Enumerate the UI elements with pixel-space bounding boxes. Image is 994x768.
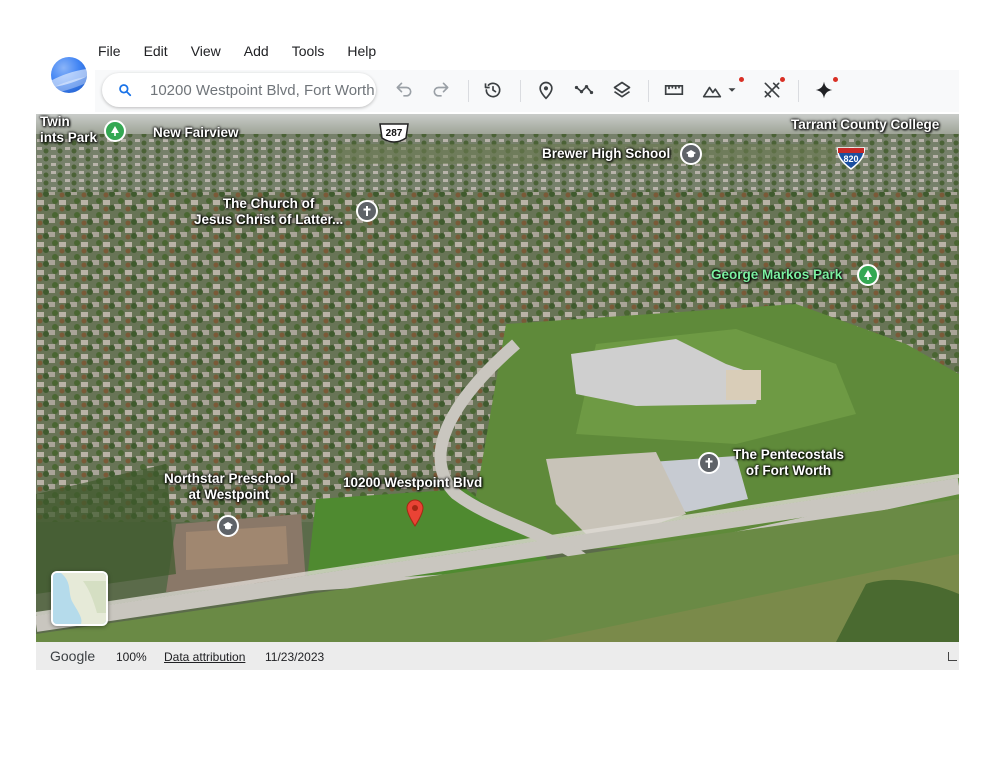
interstate-820-number: 820 [843, 154, 858, 164]
school-poi-icon[interactable] [217, 515, 239, 537]
path-icon [574, 85, 594, 95]
label-george-markos-park[interactable]: George Markos Park [711, 267, 842, 283]
park-poi-icon[interactable] [857, 264, 879, 286]
placemark-icon [539, 81, 553, 100]
church-poi-icon[interactable] [698, 452, 720, 474]
gemini-button[interactable] [812, 78, 836, 102]
interstate-shield-icon[interactable]: 820 [835, 146, 867, 170]
chevron-down-icon [728, 88, 736, 92]
aerial-imagery [36, 114, 959, 642]
layers-button[interactable] [610, 78, 634, 102]
notification-dot [833, 77, 838, 82]
cross-icon [705, 458, 713, 468]
church-poi-icon[interactable] [356, 200, 378, 222]
google-wordmark: Google [50, 648, 96, 664]
history-icon [484, 82, 501, 98]
label-tarrant-county-college[interactable]: Tarrant County College [791, 117, 939, 133]
historical-imagery-button[interactable] [481, 78, 505, 102]
measure-button[interactable] [662, 78, 686, 102]
menu-view[interactable]: View [191, 43, 221, 59]
label-10200-westpoint-blvd[interactable]: 10200 Westpoint Blvd [343, 475, 482, 491]
add-placemark-button[interactable] [534, 78, 558, 102]
search-input[interactable] [150, 81, 375, 99]
map-style-button[interactable] [700, 78, 724, 102]
school-poi-icon[interactable] [680, 143, 702, 165]
undo-icon [396, 82, 412, 97]
graduation-cap-icon [223, 522, 233, 530]
notification-dot [780, 77, 785, 82]
cross-icon [363, 206, 371, 216]
park-poi-icon[interactable] [104, 120, 126, 142]
redo-icon [433, 82, 449, 97]
tools-icon [764, 82, 780, 98]
notification-dot [739, 77, 744, 82]
google-earth-logo-icon[interactable] [51, 57, 87, 93]
menu-edit[interactable]: Edit [144, 43, 168, 59]
label-brewer-high-school[interactable]: Brewer High School [542, 146, 670, 162]
map-style-dropdown[interactable] [724, 78, 740, 102]
redo-button[interactable] [429, 78, 453, 102]
map-view[interactable]: Twin ints Park New Fairview 287 Brewer H… [36, 114, 959, 642]
toolbar-divider [648, 80, 649, 102]
menu-bar: File Edit View Add Tools Help [98, 43, 399, 59]
menu-add[interactable]: Add [244, 43, 269, 59]
minimap-globe-icon [53, 573, 106, 624]
graduation-cap-icon [686, 150, 696, 158]
terrain-icon [702, 86, 722, 98]
ruler-icon [664, 85, 684, 95]
menu-tools[interactable]: Tools [292, 43, 325, 59]
scale-bar [948, 652, 957, 661]
label-new-fairview[interactable]: New Fairview [153, 125, 239, 141]
minimap[interactable] [51, 571, 108, 626]
imagery-date: 11/23/2023 [265, 650, 325, 664]
location-pin-icon[interactable] [406, 499, 424, 527]
search-icon[interactable] [118, 83, 132, 97]
search-box[interactable] [102, 73, 376, 107]
menu-help[interactable]: Help [347, 43, 376, 59]
add-path-button[interactable] [572, 78, 596, 102]
tree-icon [111, 126, 119, 136]
label-northstar-preschool[interactable]: Northstar Preschool at Westpoint [164, 471, 294, 503]
tree-icon [864, 270, 872, 280]
toolbar-divider [520, 80, 521, 102]
status-bar: Google 100% Data attribution 11/23/2023 [36, 642, 959, 670]
menu-file[interactable]: File [98, 43, 121, 59]
label-pentecostals-of-fort-worth[interactable]: The Pentecostals of Fort Worth [733, 447, 844, 479]
toolbar-divider [468, 80, 469, 102]
label-church-of-jesus-christ[interactable]: The Church of Jesus Christ of Latter... [194, 196, 343, 228]
sparkle-icon [815, 81, 833, 99]
layers-icon [613, 81, 631, 98]
undo-button[interactable] [392, 78, 416, 102]
data-attribution-link[interactable]: Data attribution [164, 650, 245, 664]
label-twin-points-park[interactable]: Twin ints Park [40, 114, 97, 146]
toolbar-divider [798, 80, 799, 102]
highway-287-number: 287 [386, 128, 403, 139]
zoom-level: 100% [116, 650, 147, 664]
us-highway-shield-icon[interactable]: 287 [378, 122, 410, 144]
